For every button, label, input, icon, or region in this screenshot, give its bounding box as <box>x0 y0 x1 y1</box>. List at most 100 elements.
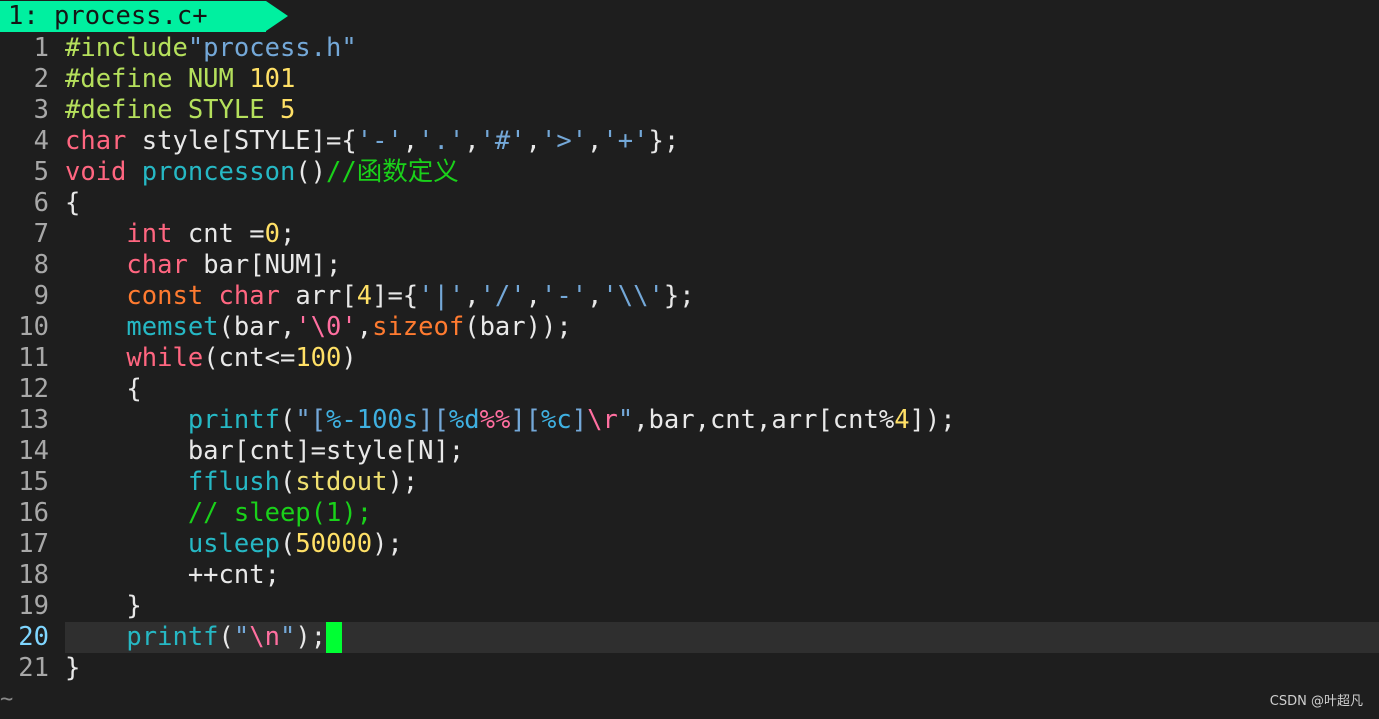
code-token: }; <box>663 281 695 311</box>
code-line[interactable]: 18 ++cnt; <box>0 560 1379 591</box>
code-token: , <box>525 126 541 156</box>
code-line[interactable]: 7 int cnt =0; <box>0 219 1379 250</box>
code-token: #include <box>65 33 188 63</box>
line-number: 6 <box>33 188 49 218</box>
code-line[interactable]: 10 memset(bar,'\0',sizeof(bar)); <box>0 312 1379 343</box>
code-token: int <box>126 219 173 249</box>
code-token: , <box>587 126 603 156</box>
code-token: memset <box>126 312 219 342</box>
code-token: "[ <box>295 405 327 435</box>
code-line[interactable]: 3 #define STYLE 5 <box>0 95 1379 126</box>
code-line[interactable]: 17 usleep(50000); <box>0 529 1379 560</box>
code-editor[interactable]: 1 #include"process.h" 2 #define NUM 101 3 #de… <box>0 33 1379 684</box>
line-number: 7 <box>33 219 49 249</box>
code-token: %d <box>448 405 480 435</box>
code-token: '|' <box>418 281 465 311</box>
code-token: ,bar,cnt,arr[cnt% <box>633 405 895 435</box>
code-token: ); <box>387 467 419 497</box>
code-token: printf <box>187 405 280 435</box>
line-number: 14 <box>18 436 49 466</box>
code-token: '#' <box>479 126 526 156</box>
code-token: }; <box>648 126 680 156</box>
code-text: bar[cnt]=style[N]; <box>65 436 464 467</box>
code-token: ); <box>295 622 327 652</box>
code-line[interactable]: 11 while(cnt<=100) <box>0 343 1379 374</box>
code-token: ]={ <box>372 281 419 311</box>
code-line[interactable]: 21} <box>0 653 1379 684</box>
code-token: " <box>233 622 250 652</box>
line-number: 2 <box>33 64 49 94</box>
code-line[interactable]: 4 char style[STYLE]={'-','.','#','>','+'}… <box>0 126 1379 157</box>
code-token: { <box>65 374 142 404</box>
code-line[interactable]: 1 #include"process.h" <box>0 33 1379 64</box>
code-token: } <box>65 653 81 683</box>
code-token: (cnt<= <box>203 343 296 373</box>
code-text: memset(bar,'\0',sizeof(bar)); <box>65 312 572 343</box>
code-token: ) <box>341 343 357 373</box>
code-text: printf("\n"); <box>65 622 343 653</box>
code-token: char <box>218 281 280 311</box>
line-number: 1 <box>33 33 49 63</box>
code-token: '\0' <box>295 312 357 342</box>
line-number: 21 <box>18 653 49 683</box>
code-text: int cnt =0; <box>65 219 295 250</box>
code-line[interactable]: 13 printf("[%-100s][%d%%][%c]\r",bar,cnt… <box>0 405 1379 436</box>
code-line[interactable]: 8 char bar[NUM]; <box>0 250 1379 281</box>
code-token: '\\' <box>602 281 664 311</box>
code-line[interactable]: 15 fflush(stdout); <box>0 467 1379 498</box>
code-token: ][ <box>418 405 449 435</box>
code-token: ; <box>279 219 296 249</box>
code-text: usleep(50000); <box>65 529 403 560</box>
code-line[interactable]: 19 } <box>0 591 1379 622</box>
code-line[interactable]: 6{ <box>0 188 1379 219</box>
code-token: 4 <box>356 281 373 311</box>
code-token: 101 <box>249 64 296 94</box>
code-token: usleep <box>187 529 280 559</box>
code-text: void proncesson()//函数定义 <box>65 157 459 188</box>
code-token: %% <box>479 405 511 435</box>
code-text: #include"process.h" <box>65 33 357 64</box>
code-line[interactable]: 12 { <box>0 374 1379 405</box>
code-line[interactable]: 9 const char arr[4]={'|','/','-','\\'}; <box>0 281 1379 312</box>
code-line[interactable]: 2 #define NUM 101 <box>0 64 1379 95</box>
code-token: // sleep(1); <box>187 498 373 528</box>
code-token: bar[NUM]; <box>187 250 342 280</box>
line-number: 20 <box>18 622 49 652</box>
code-line[interactable]: 14 bar[cnt]=style[N]; <box>0 436 1379 467</box>
line-number: 16 <box>18 498 49 528</box>
text-cursor <box>326 622 343 653</box>
code-token: ( <box>279 467 296 497</box>
code-token: \n <box>249 622 280 652</box>
code-token: } <box>65 591 142 621</box>
watermark: CSDN @叶超凡 <box>1269 694 1363 709</box>
buffer-tab[interactable]: 1: process.c+ <box>0 1 266 32</box>
code-token: '/' <box>479 281 526 311</box>
code-text: } <box>65 653 80 684</box>
code-token: '>' <box>540 126 588 156</box>
code-line[interactable]: 5 void proncesson()//函数定义 <box>0 157 1379 188</box>
code-token: (bar)); <box>464 312 572 342</box>
line-number: 19 <box>18 591 49 621</box>
code-token: ); <box>372 529 403 559</box>
tabline: 1: process.c+ <box>0 1 1379 32</box>
code-line[interactable]: 16 // sleep(1); <box>0 498 1379 529</box>
code-token: void <box>65 157 127 187</box>
code-token: fflush <box>187 467 280 497</box>
code-token: '+' <box>602 126 649 156</box>
code-token: " <box>617 405 634 435</box>
code-token: cnt = <box>172 219 265 249</box>
code-text: // sleep(1); <box>65 498 372 529</box>
code-token: '-' <box>356 126 403 156</box>
code-token: printf <box>126 622 219 652</box>
code-text: ++cnt; <box>65 560 280 591</box>
code-line[interactable]: 20 printf("\n"); <box>0 622 1379 653</box>
code-token: ] <box>571 405 588 435</box>
